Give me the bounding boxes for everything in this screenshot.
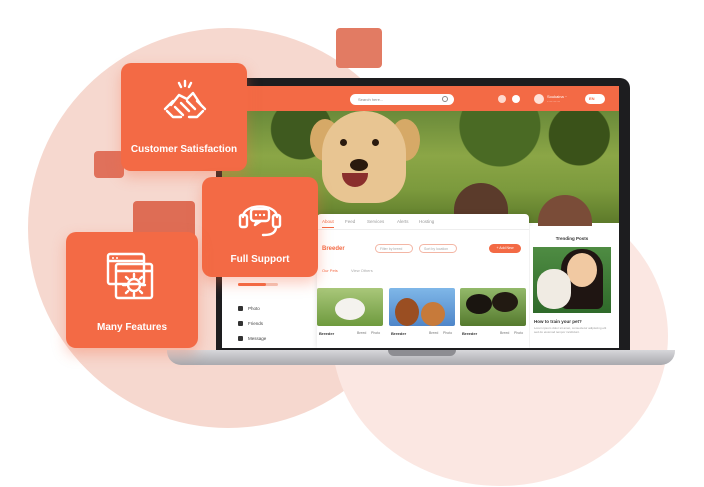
tab-bar: About Feed Services Alerts Hosting xyxy=(317,214,529,230)
search-input[interactable]: Search here... xyxy=(350,94,454,105)
dog-photo xyxy=(322,111,406,203)
headset-chat-icon xyxy=(238,205,282,237)
pet-card-image[interactable] xyxy=(317,288,383,326)
pet-dog xyxy=(466,294,492,314)
pet-dog xyxy=(421,302,445,326)
add-new-button[interactable]: + Add New xyxy=(489,244,521,253)
profile-panel: About Feed Services Alerts Hosting Breed… xyxy=(317,214,529,348)
decorative-square xyxy=(336,28,382,68)
laptop-notch xyxy=(388,350,456,356)
sidebar-item-label: Message xyxy=(248,336,267,341)
breed-filter[interactable]: Filter by breed xyxy=(375,244,413,253)
stage: ... Search here... Soukaina ············… xyxy=(0,0,704,487)
feature-title: Many Features xyxy=(96,322,168,333)
pet-tag: Photo xyxy=(371,331,381,335)
trending-post-text: Lorem ipsum dolor sit amet, consectetur … xyxy=(534,326,607,334)
pet-tag: Breed xyxy=(429,331,439,335)
chat-icon[interactable] xyxy=(512,95,520,103)
person-photo xyxy=(538,195,592,229)
dog-nose xyxy=(350,159,368,171)
hero-background xyxy=(222,111,619,171)
tab-feed[interactable]: Feed xyxy=(345,219,355,224)
tab-alerts[interactable]: Alerts xyxy=(397,219,409,224)
trending-post-title[interactable]: How to train your pet? xyxy=(534,319,582,324)
bell-icon[interactable] xyxy=(498,95,506,103)
pet-tag: Breed xyxy=(500,331,510,335)
sidebar-item-label: Friends xyxy=(248,321,264,326)
feature-title: Customer Satisfaction xyxy=(130,144,238,155)
pet-dog xyxy=(492,292,518,312)
message-icon xyxy=(238,336,243,341)
dog-eye xyxy=(372,139,379,146)
pet-dog xyxy=(395,298,419,326)
settings-window-icon xyxy=(106,252,154,300)
friends-icon xyxy=(238,321,243,326)
feature-card-full-support: Full Support xyxy=(202,177,318,277)
subtab-view-others[interactable]: View Others xyxy=(351,268,373,273)
search-placeholder: Search here... xyxy=(358,97,384,102)
location-filter[interactable]: Sort by location xyxy=(419,244,457,253)
pet-tag: Photo xyxy=(443,331,453,335)
language-label: EN xyxy=(589,96,595,101)
pet-tag: Breed xyxy=(357,331,367,335)
decorative-square xyxy=(94,151,124,178)
pet-tag: Photo xyxy=(514,331,524,335)
tab-about[interactable]: About xyxy=(322,219,334,228)
user-name[interactable]: Soukaina ·· ·········· xyxy=(547,94,577,104)
progress-fill xyxy=(238,283,266,286)
feature-card-many-features: Many Features xyxy=(66,232,198,348)
handshake-icon xyxy=(163,79,207,119)
pet-card-image[interactable] xyxy=(460,288,526,326)
tab-hosting[interactable]: Hosting xyxy=(419,219,434,224)
trending-dog xyxy=(537,269,571,309)
avatar[interactable] xyxy=(534,94,544,104)
feature-card-customer-satisfaction: Customer Satisfaction xyxy=(121,63,247,171)
sidebar-item-label: Photo xyxy=(248,306,260,311)
trending-posts-card: Trending Posts How to train your pet? Lo… xyxy=(530,226,614,348)
pet-dog xyxy=(335,298,365,320)
progress-bar xyxy=(238,283,278,286)
subtab-our-pets[interactable]: Our Pets xyxy=(322,268,338,273)
dog-eye xyxy=(340,139,347,146)
woman-face xyxy=(567,253,597,287)
camera-icon xyxy=(238,306,243,311)
app-header: ... Search here... Soukaina ············… xyxy=(222,86,619,111)
section-title: Breeder xyxy=(322,246,345,252)
trending-title: Trending Posts xyxy=(555,236,589,241)
trending-post-image[interactable] xyxy=(533,247,611,313)
language-toggle[interactable]: EN xyxy=(585,94,605,104)
pet-name[interactable]: Breeder xyxy=(391,331,406,336)
feature-title: Full Support xyxy=(230,254,290,265)
search-icon[interactable] xyxy=(442,96,448,102)
pet-name[interactable]: Breeder xyxy=(319,331,334,336)
tab-services[interactable]: Services xyxy=(367,219,384,224)
pet-name[interactable]: Breeder xyxy=(462,331,477,336)
pet-card-image[interactable] xyxy=(389,288,455,326)
